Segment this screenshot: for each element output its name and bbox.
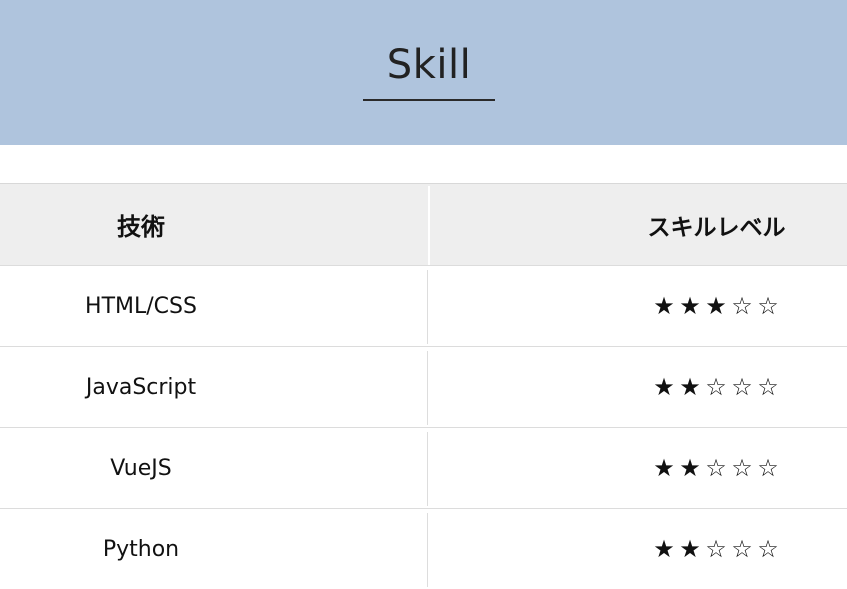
column-divider (427, 432, 428, 506)
filled-star-icon: ★ (653, 373, 676, 401)
empty-star-icon: ☆ (731, 292, 754, 320)
section-header: Skill (0, 0, 847, 145)
empty-star-icon: ☆ (757, 373, 780, 401)
header-skill-level: スキルレベル (647, 214, 786, 241)
column-divider (427, 270, 428, 344)
empty-star-icon: ☆ (731, 373, 754, 401)
empty-star-icon: ☆ (731, 535, 754, 563)
title-underline (363, 99, 495, 101)
empty-star-icon: ☆ (757, 454, 780, 482)
filled-star-icon: ★ (653, 535, 676, 563)
table-row: Python ★ ★ ☆ ☆ ☆ (0, 508, 847, 589)
skill-table: 技術 スキルレベル HTML/CSS ★ ★ ★ ☆ ☆ JavaScript ★ ★ ☆ ☆ ☆ Vu… (0, 183, 847, 589)
empty-star-icon: ☆ (757, 292, 780, 320)
empty-star-icon: ☆ (705, 454, 728, 482)
skill-rating: ★ ★ ☆ ☆ ☆ (586, 509, 847, 589)
skill-name: VueJS (110, 455, 172, 481)
skill-rating: ★ ★ ★ ☆ ☆ (586, 266, 847, 346)
table-row: VueJS ★ ★ ☆ ☆ ☆ (0, 427, 847, 508)
filled-star-icon: ★ (679, 373, 702, 401)
skill-rating: ★ ★ ☆ ☆ ☆ (586, 428, 847, 508)
column-divider (427, 351, 428, 425)
empty-star-icon: ☆ (731, 454, 754, 482)
skill-name: Python (102, 536, 180, 562)
skill-name: JavaScript (85, 374, 197, 400)
table-header-row: 技術 スキルレベル (0, 183, 847, 265)
empty-star-icon: ☆ (705, 535, 728, 563)
skill-rating: ★ ★ ☆ ☆ ☆ (586, 347, 847, 427)
filled-star-icon: ★ (653, 292, 676, 320)
empty-star-icon: ☆ (705, 373, 728, 401)
skill-name: HTML/CSS (85, 293, 197, 319)
filled-star-icon: ★ (679, 292, 702, 320)
table-row: JavaScript ★ ★ ☆ ☆ ☆ (0, 346, 847, 427)
header-tech: 技術 (117, 213, 165, 241)
filled-star-icon: ★ (679, 454, 702, 482)
table-row: HTML/CSS ★ ★ ★ ☆ ☆ (0, 265, 847, 346)
empty-star-icon: ☆ (757, 535, 780, 563)
section-title: Skill (386, 42, 472, 88)
column-divider (428, 186, 430, 265)
filled-star-icon: ★ (705, 292, 728, 320)
filled-star-icon: ★ (653, 454, 676, 482)
filled-star-icon: ★ (679, 535, 702, 563)
column-divider (427, 513, 428, 587)
